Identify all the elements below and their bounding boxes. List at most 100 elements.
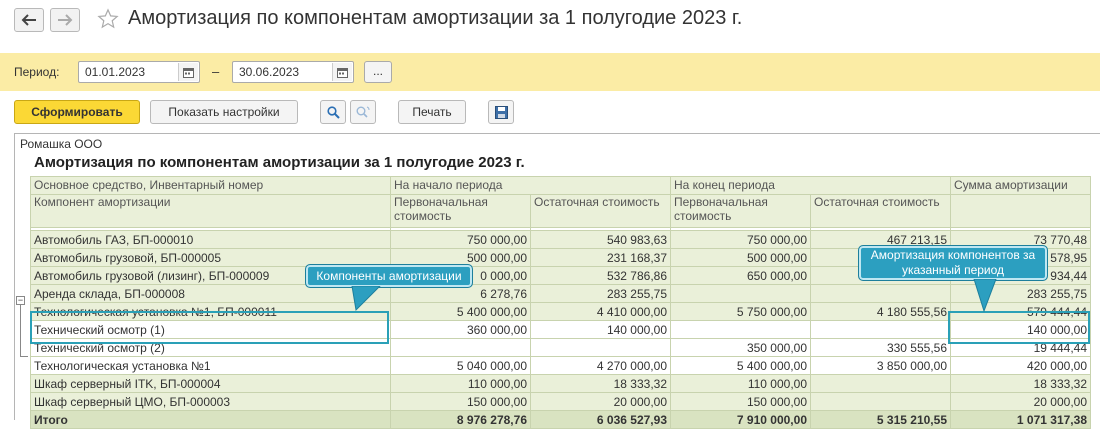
arrow-left-icon	[21, 14, 36, 26]
cell-value: 350 000,00	[670, 338, 811, 357]
cell-value: 140 000,00	[530, 320, 671, 339]
cell-value: 18 333,32	[530, 374, 671, 393]
organization-name: Ромашка ООО	[20, 137, 103, 151]
period-dash: –	[212, 64, 220, 79]
generate-button[interactable]: Сформировать	[14, 100, 140, 124]
table-row[interactable]: Технический осмотр (1) 360 000,00 140 00…	[30, 320, 1091, 339]
period-panel: Период: 01.01.2023 – 30.06.2023 ...	[0, 53, 1100, 91]
cell-value: 150 000,00	[390, 392, 531, 411]
cell-value	[810, 392, 951, 411]
callout-components-text: Компоненты амортизации	[316, 269, 462, 283]
period-label: Период:	[14, 65, 60, 79]
search-refresh-icon	[356, 106, 370, 118]
tree-line	[20, 356, 28, 357]
cell-value: 231 168,37	[530, 248, 671, 267]
header-cell: Сумма амортизации	[950, 176, 1091, 195]
cell-value: 532 786,86	[530, 266, 671, 285]
date-from-value: 01.01.2023	[85, 65, 146, 79]
callout-period-components: Амортизация компонентов за указанный пер…	[858, 245, 1048, 281]
asset-name: Автомобиль ГАЗ, БП-000010	[30, 230, 391, 249]
report-title: Амортизация по компонентам амортизации з…	[34, 154, 525, 171]
header-cell: Первоначальная стоимость	[390, 194, 531, 228]
header-cell: На начало периода	[390, 176, 671, 195]
search-button[interactable]	[320, 100, 346, 124]
header: Амортизация по компонентам амортизации з…	[0, 0, 1100, 42]
table-row[interactable]: Технологическая установка №1 5 040 000,0…	[30, 356, 1091, 375]
cell-value: 420 000,00	[950, 356, 1091, 375]
cell-value	[670, 320, 811, 339]
cell-value: 19 444,44	[950, 338, 1091, 357]
cell-value	[810, 320, 951, 339]
cell-value: 5 750 000,00	[670, 302, 811, 321]
header-cell: Основное средство, Инвентарный номер	[30, 176, 391, 195]
cell-value	[530, 338, 671, 357]
table-row[interactable]: Аренда склада, БП-000008 6 278,76 283 25…	[30, 284, 1091, 303]
cell-value: 140 000,00	[950, 320, 1091, 339]
cell-value	[670, 284, 811, 303]
cell-value: 5 040 000,00	[390, 356, 531, 375]
cell-value: 110 000,00	[670, 374, 811, 393]
header-cell: Первоначальная стоимость	[670, 194, 811, 228]
cell-value: 360 000,00	[390, 320, 531, 339]
tree-line	[20, 305, 21, 357]
save-button[interactable]	[488, 100, 514, 124]
header-cell: Компонент амортизации	[30, 194, 391, 228]
page-title: Амортизация по компонентам амортизации з…	[128, 7, 743, 29]
search-cancel-button[interactable]	[350, 100, 376, 124]
collapse-toggle[interactable]: −	[16, 296, 25, 305]
arrow-right-icon	[58, 14, 73, 26]
table-row[interactable]: Технологическая установка №1, БП-000011 …	[30, 302, 1091, 321]
callout-pointer	[351, 286, 381, 312]
callout-components: Компоненты амортизации	[305, 264, 473, 288]
cell-value: 4 180 555,56	[810, 302, 951, 321]
forward-button[interactable]	[50, 8, 80, 32]
cell-value	[810, 284, 951, 303]
calendar-icon[interactable]	[178, 63, 198, 81]
star-icon[interactable]	[97, 8, 119, 30]
back-button[interactable]	[14, 8, 44, 32]
table-header-row: Основное средство, Инвентарный номер На …	[30, 176, 1091, 195]
header-cell	[950, 194, 1091, 228]
date-from-field[interactable]: 01.01.2023	[78, 61, 200, 83]
header-cell: Остаточная стоимость	[810, 194, 951, 228]
report-table: Основное средство, Инвентарный номер На …	[30, 176, 1091, 429]
show-settings-button[interactable]: Показать настройки	[150, 100, 298, 124]
cell-value	[390, 338, 531, 357]
save-icon	[494, 105, 508, 119]
asset-name: Технологическая установка №1, БП-000011	[30, 302, 391, 321]
asset-name: Шкаф серверный ITK, БП-000004	[30, 374, 391, 393]
cell-value: 283 255,75	[530, 284, 671, 303]
cell-value: 500 000,00	[670, 248, 811, 267]
calendar-icon[interactable]	[332, 63, 352, 81]
asset-name: Шкаф серверный ЦМО, БП-000003	[30, 392, 391, 411]
cell-value: 4 270 000,00	[530, 356, 671, 375]
date-to-field[interactable]: 30.06.2023	[232, 61, 354, 83]
cell-value: 750 000,00	[390, 230, 531, 249]
table-row[interactable]: Шкаф серверный ITK, БП-000004 110 000,00…	[30, 374, 1091, 393]
cell-value	[810, 374, 951, 393]
callout-pointer	[973, 279, 997, 313]
component-name: Технический осмотр (1)	[30, 320, 391, 339]
table-header-row: Компонент амортизации Первоначальная сто…	[30, 194, 1091, 228]
period-select-button[interactable]: ...	[364, 61, 392, 83]
callout-period-text: Амортизация компонентов за указанный пер…	[870, 248, 1036, 277]
cell-value: 330 555,56	[810, 338, 951, 357]
table-row[interactable]: Технический осмотр (2) 350 000,00 330 55…	[30, 338, 1091, 357]
cell-value: 4 410 000,00	[530, 302, 671, 321]
date-to-value: 30.06.2023	[239, 65, 300, 79]
cell-value: 3 850 000,00	[810, 356, 951, 375]
cell-value: 110 000,00	[390, 374, 531, 393]
cell-value: 18 333,32	[950, 374, 1091, 393]
component-name: Технический осмотр (2)	[30, 338, 391, 357]
header-cell: На конец периода	[670, 176, 951, 195]
cell-value: 150 000,00	[670, 392, 811, 411]
table-row[interactable]: Шкаф серверный ЦМО, БП-000003 150 000,00…	[30, 392, 1091, 411]
component-name: Технологическая установка №1	[30, 356, 391, 375]
print-button[interactable]: Печать	[398, 100, 466, 124]
cell-value: 20 000,00	[950, 392, 1091, 411]
cell-value: 540 983,63	[530, 230, 671, 249]
search-icon	[326, 105, 340, 119]
header-cell: Остаточная стоимость	[530, 194, 671, 228]
cell-value: 5 400 000,00	[390, 302, 531, 321]
cell-value: 20 000,00	[530, 392, 671, 411]
